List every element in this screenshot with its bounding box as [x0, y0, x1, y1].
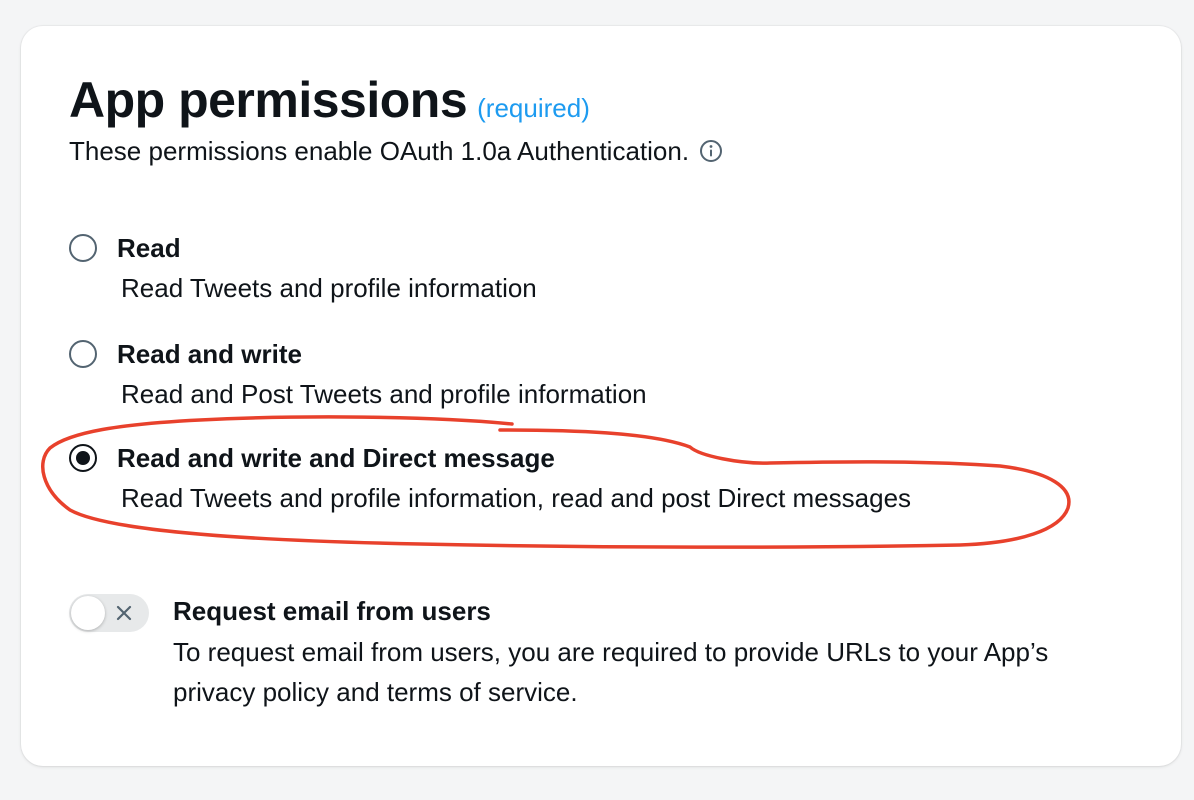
app-permissions-card: App permissions (required) These permissi… — [21, 26, 1181, 766]
subtitle-text: These permissions enable OAuth 1.0a Auth… — [69, 136, 690, 166]
section-header: App permissions (required) — [69, 70, 590, 130]
section-title: App permissions — [69, 72, 468, 128]
option-label: Read — [117, 233, 181, 263]
option-label: Read and write — [117, 339, 302, 369]
close-icon — [111, 600, 137, 626]
option-description: Read Tweets and profile information — [121, 273, 537, 303]
permission-option-read-write-dm[interactable]: Read and write and Direct message Read T… — [69, 441, 1159, 521]
option-description: Read and Post Tweets and profile informa… — [121, 379, 647, 409]
section-subtitle: These permissions enable OAuth 1.0a Auth… — [69, 134, 723, 168]
email-request-label: Request email from users — [173, 596, 491, 626]
permission-option-read[interactable]: Read Read Tweets and profile information — [69, 231, 1159, 311]
info-icon[interactable] — [699, 137, 723, 162]
option-label: Read and write and Direct message — [117, 443, 555, 473]
radio-read[interactable] — [69, 234, 97, 262]
email-request-toggle[interactable] — [69, 594, 149, 632]
required-label: (required) — [477, 93, 590, 123]
option-description: Read Tweets and profile information, rea… — [121, 483, 912, 513]
permission-option-read-write[interactable]: Read and write Read and Post Tweets and … — [69, 337, 1159, 417]
email-request-description: To request email from users, you are req… — [173, 637, 1049, 707]
toggle-knob — [71, 596, 105, 630]
radio-read-write[interactable] — [69, 340, 97, 368]
radio-read-write-dm[interactable] — [69, 444, 97, 472]
